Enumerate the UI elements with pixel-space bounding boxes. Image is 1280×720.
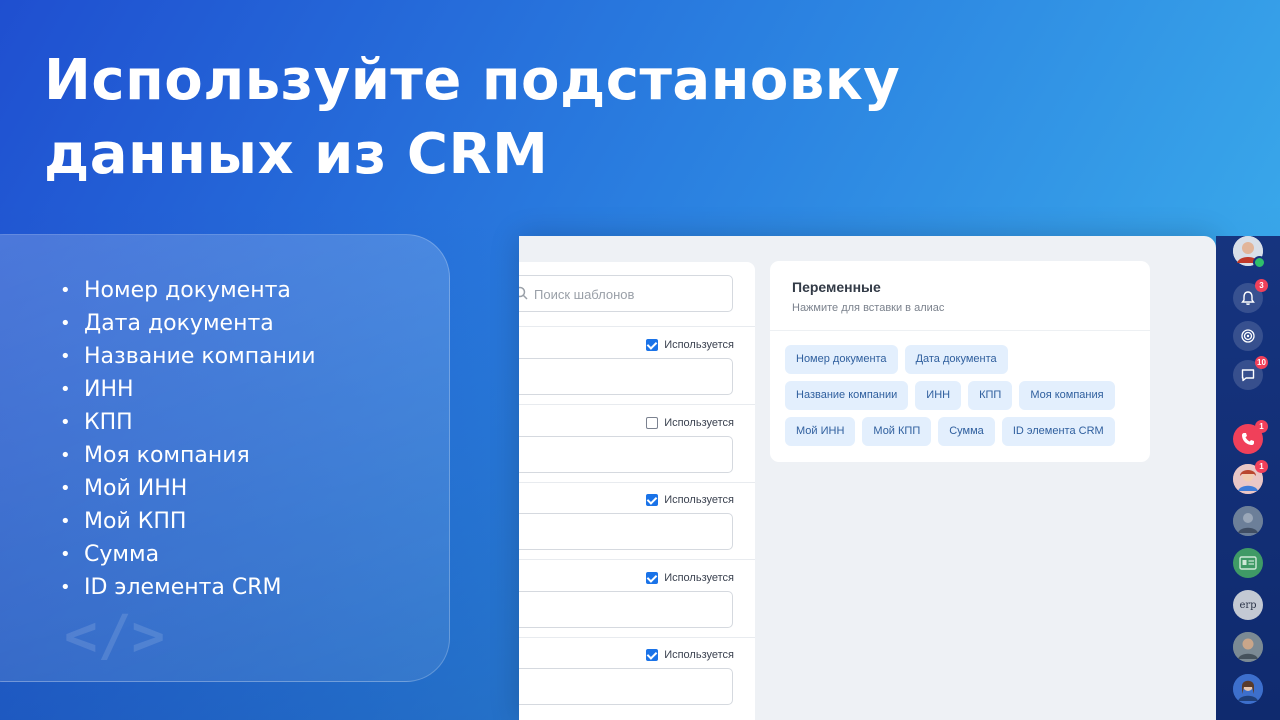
feature-list: Номер документа Дата документа Название …: [60, 274, 316, 604]
variables-card: Переменные Нажмите для вставки в алиас Н…: [770, 261, 1150, 462]
code-icon: </>: [64, 604, 166, 669]
variable-chip[interactable]: ИНН: [915, 381, 962, 410]
template-row: Используется: [519, 649, 755, 719]
user-avatar[interactable]: [1233, 236, 1266, 269]
divider: [519, 637, 755, 638]
used-label: Используется: [664, 572, 734, 584]
feature-item: Название компании: [60, 340, 316, 373]
headline-line-1: Используйте подстановку: [44, 48, 901, 113]
right-sidebar: 3 10 1 1 erp: [1216, 236, 1280, 720]
chat-icon: [1241, 369, 1255, 382]
calls-badge: 1: [1255, 420, 1268, 433]
variables-title: Переменные: [792, 279, 881, 295]
phone-icon: [1242, 433, 1254, 445]
bell-icon: [1241, 291, 1255, 305]
variable-chip[interactable]: Сумма: [938, 417, 995, 446]
template-row: Используется: [519, 417, 755, 487]
headline: Используйте подстановку данных из CRM: [44, 44, 944, 192]
id-card-icon: [1239, 556, 1257, 570]
search-input[interactable]: [534, 284, 724, 304]
feature-item: КПП: [60, 406, 316, 439]
variable-chip[interactable]: Дата документа: [904, 345, 1008, 374]
used-toggle[interactable]: Используется: [646, 649, 734, 661]
templates-panel: Используется Используется Используется: [519, 262, 755, 720]
divider: [519, 559, 755, 560]
spiral-icon: [1241, 329, 1255, 343]
variable-chip[interactable]: Мой ИНН: [785, 417, 856, 446]
search-box[interactable]: [519, 275, 733, 312]
divider: [519, 326, 755, 327]
used-checkbox[interactable]: [646, 649, 659, 661]
template-field[interactable]: [519, 668, 733, 705]
contact-avatar[interactable]: [1233, 506, 1263, 536]
feature-item: Дата документа: [60, 307, 316, 340]
search-icon: [519, 286, 528, 300]
variable-chip[interactable]: ID элемента CRM: [1001, 417, 1115, 446]
used-checkbox[interactable]: [646, 417, 659, 429]
used-checkbox[interactable]: [646, 572, 659, 584]
template-row: Используется: [519, 339, 755, 409]
divider: [519, 404, 755, 405]
erp-logo: erp: [1239, 599, 1257, 611]
template-row: Используется: [519, 494, 755, 564]
used-toggle[interactable]: Используется: [646, 339, 734, 351]
used-checkbox[interactable]: [646, 494, 659, 506]
template-field[interactable]: [519, 358, 733, 395]
feature-item: Сумма: [60, 538, 316, 571]
template-field[interactable]: [519, 436, 733, 473]
feature-item: ID элемента CRM: [60, 571, 316, 604]
contact-avatar[interactable]: [1233, 632, 1263, 662]
chip-row: Номер документа Дата документа: [785, 345, 1145, 374]
variable-chip[interactable]: Моя компания: [1019, 381, 1115, 410]
variable-chips: Номер документа Дата документа Название …: [785, 345, 1145, 453]
notifications-button[interactable]: 3: [1233, 279, 1268, 313]
used-toggle[interactable]: Используется: [646, 494, 734, 506]
used-label: Используется: [664, 417, 734, 429]
feature-item: Мой КПП: [60, 505, 316, 538]
contact-badge: 1: [1255, 460, 1268, 473]
feature-item: ИНН: [60, 373, 316, 406]
divider: [770, 330, 1150, 331]
feature-item: Моя компания: [60, 439, 316, 472]
variables-subtitle: Нажмите для вставки в алиас: [792, 302, 945, 314]
variable-chip[interactable]: КПП: [968, 381, 1013, 410]
contact-avatar-icon: [1233, 674, 1263, 704]
variable-chip[interactable]: Номер документа: [785, 345, 898, 374]
erp-button[interactable]: erp: [1233, 590, 1263, 620]
contact-avatar-icon: [1233, 506, 1263, 536]
feature-item: Мой ИНН: [60, 472, 316, 505]
chip-row: Название компании ИНН КПП Моя компания: [785, 381, 1145, 410]
online-status-icon: [1253, 256, 1266, 269]
contact-avatar[interactable]: [1233, 674, 1263, 704]
template-field[interactable]: [519, 591, 733, 628]
template-field[interactable]: [519, 513, 733, 550]
template-row: Используется: [519, 572, 755, 642]
app-window: Используется Используется Используется: [519, 236, 1216, 720]
used-checkbox[interactable]: [646, 339, 659, 351]
divider: [519, 482, 755, 483]
used-toggle[interactable]: Используется: [646, 417, 734, 429]
contact-avatar[interactable]: 1: [1233, 460, 1268, 494]
group-chat-button[interactable]: [1233, 548, 1263, 578]
variable-chip[interactable]: Мой КПП: [862, 417, 932, 446]
notifications-badge: 3: [1255, 279, 1268, 292]
used-label: Используется: [664, 339, 734, 351]
used-toggle[interactable]: Используется: [646, 572, 734, 584]
calls-button[interactable]: 1: [1233, 420, 1268, 454]
chip-row: Мой ИНН Мой КПП Сумма ID элемента CRM: [785, 417, 1145, 446]
messages-button[interactable]: 10: [1233, 356, 1268, 390]
feature-item: Номер документа: [60, 274, 316, 307]
contact-avatar-icon: [1233, 632, 1263, 662]
messages-badge: 10: [1255, 356, 1268, 369]
used-label: Используется: [664, 649, 734, 661]
used-label: Используется: [664, 494, 734, 506]
variable-chip[interactable]: Название компании: [785, 381, 909, 410]
headline-line-2: данных из CRM: [44, 122, 549, 187]
activity-button[interactable]: [1233, 321, 1263, 351]
